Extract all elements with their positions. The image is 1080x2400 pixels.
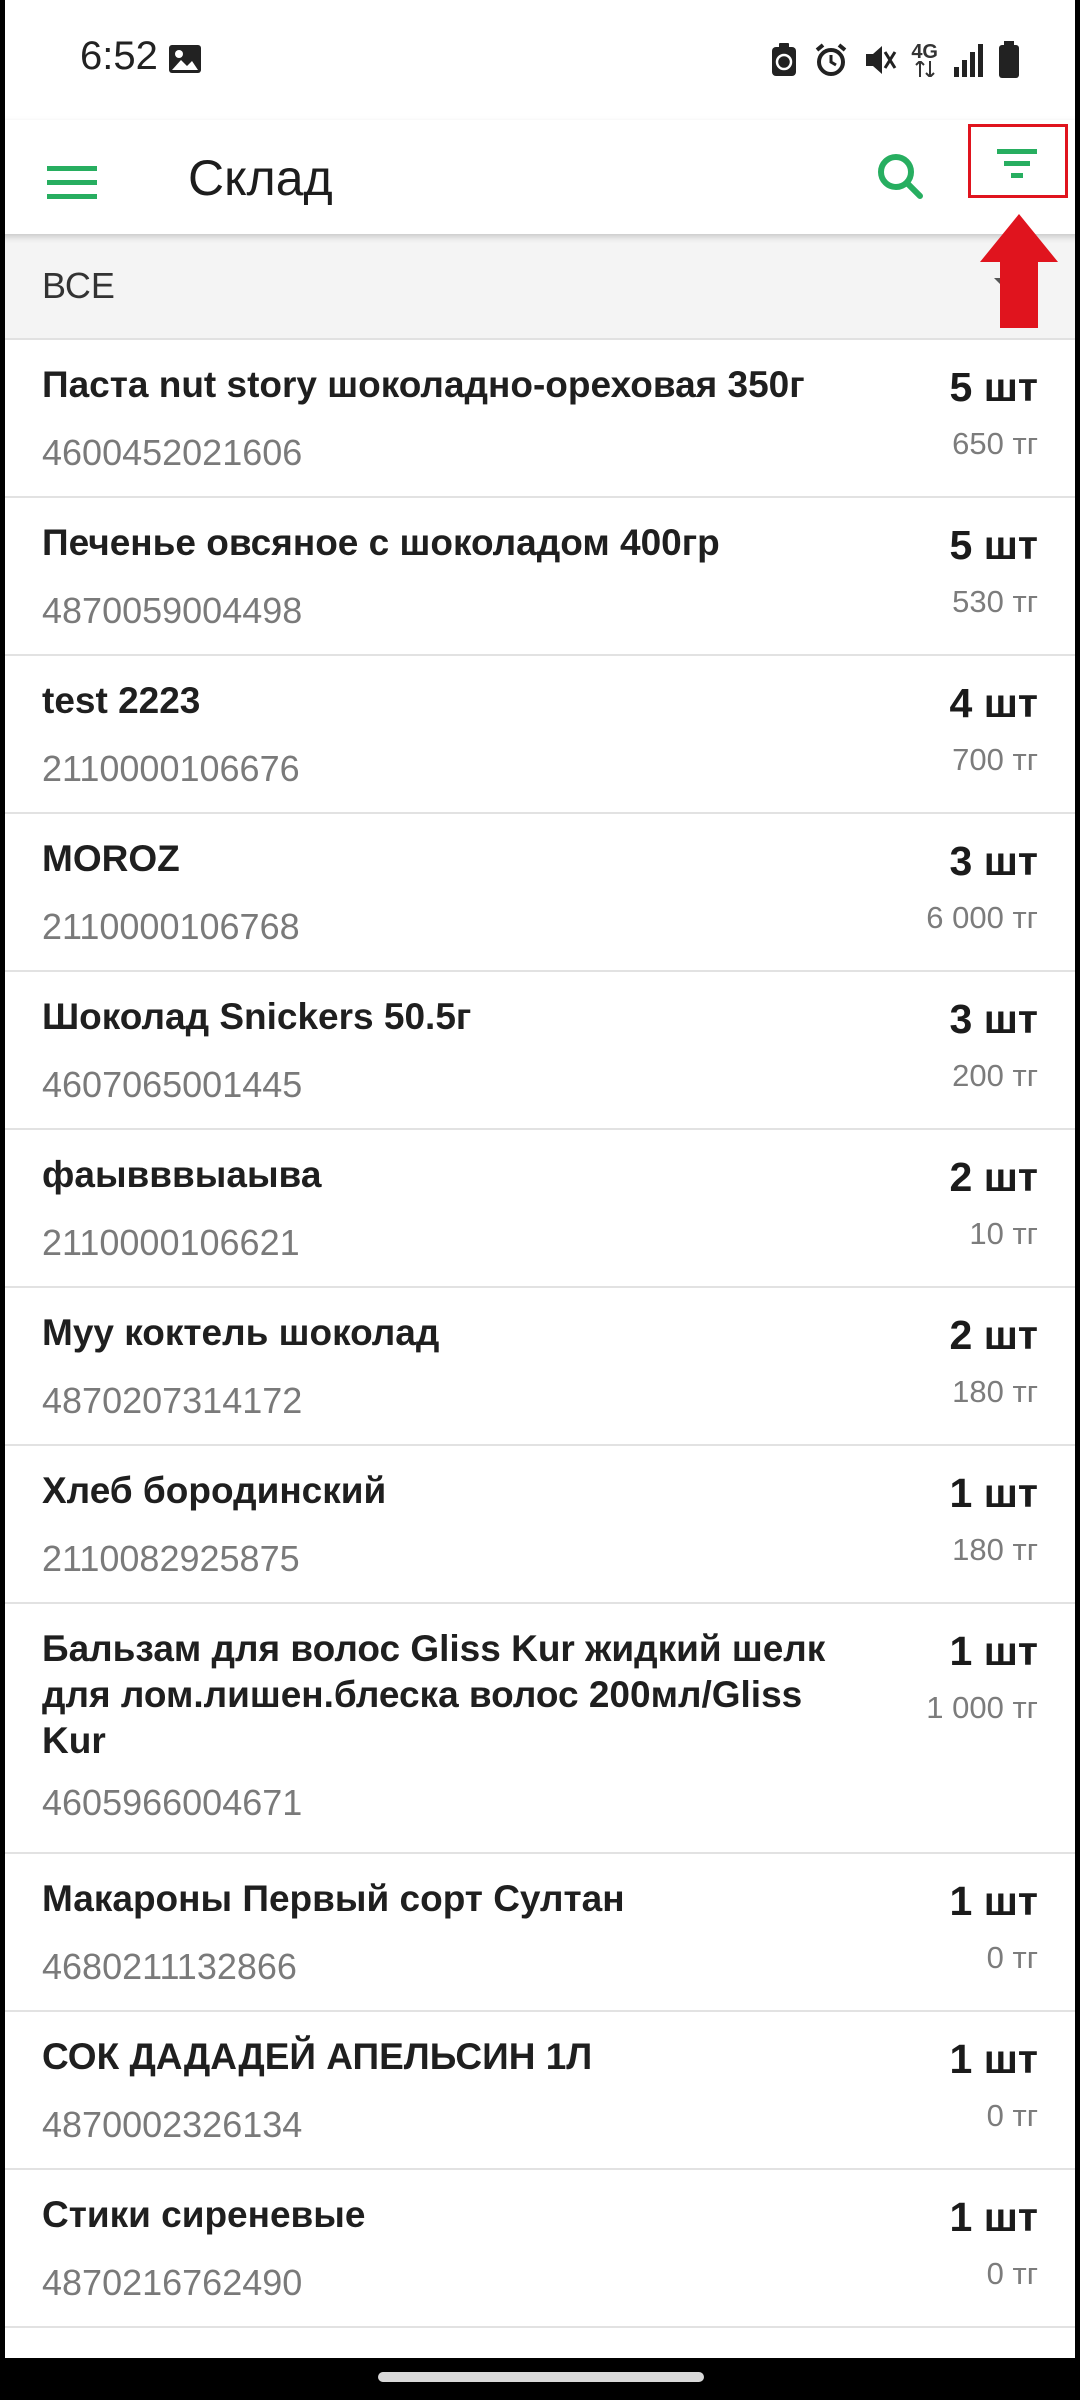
item-name: MOROZ <box>42 838 180 879</box>
item-price: 180 тг <box>952 1374 1038 1409</box>
filter-button[interactable] <box>968 124 1068 198</box>
filter-icon <box>997 149 1037 178</box>
product-list: Паста nut story шоколадно-ореховая 350г 4… <box>0 340 1080 2400</box>
item-barcode: 4605966004671 <box>42 1782 303 1823</box>
item-barcode: 2110000106621 <box>42 1222 300 1263</box>
item-name: Шоколад Snickers 50.5г <box>42 996 472 1037</box>
list-item[interactable]: Хлеб бородинский 2110082925875 1 шт 180 тг <box>0 1446 1080 1604</box>
item-quantity: 3 шт <box>949 996 1038 1042</box>
item-price: 200 тг <box>952 1058 1038 1093</box>
item-price: 1 000 тг <box>926 1690 1038 1725</box>
item-price: 6 000 тг <box>926 900 1038 935</box>
item-price: 0 тг <box>986 1940 1038 1975</box>
item-barcode: 2110000106768 <box>42 906 300 947</box>
item-name: СОК ДАДАДЕЙ АПЕЛЬСИН 1Л <box>42 2036 593 2077</box>
left-border <box>0 0 5 2400</box>
item-barcode: 4600452021606 <box>42 432 303 473</box>
status-bar: 6:52 4G <box>0 0 1080 120</box>
item-price: 10 тг <box>969 1216 1038 1251</box>
item-barcode: 4870216762490 <box>42 2262 303 2303</box>
item-name: Муу коктель шоколад <box>42 1312 440 1353</box>
list-item[interactable]: Печенье овсяное с шоколадом 400гр 4870059… <box>0 498 1080 656</box>
list-item[interactable]: Стики сиреневые 4870216762490 1 шт 0 тг <box>0 2170 1080 2328</box>
list-item[interactable]: Муу коктель шоколад 4870207314172 2 шт 180 … <box>0 1288 1080 1446</box>
list-item[interactable]: СОК ДАДАДЕЙ АПЕЛЬСИН 1Л 4870002326134 1 шт… <box>0 2012 1080 2170</box>
category-filter-value: ВСЕ <box>42 265 115 306</box>
item-quantity: 4 шт <box>949 680 1038 726</box>
item-price: 530 тг <box>952 584 1038 619</box>
item-price: 180 тг <box>952 1532 1038 1567</box>
item-price: 0 тг <box>986 2098 1038 2133</box>
item-quantity: 5 шт <box>949 522 1038 568</box>
screen: 6:52 4G Склад ВСЕ Паста nut story шокола… <box>0 0 1080 2400</box>
item-name: test 2223 <box>42 680 201 721</box>
item-quantity: 1 шт <box>949 2194 1038 2240</box>
category-filter[interactable]: ВСЕ <box>0 234 1080 340</box>
item-quantity: 1 шт <box>949 2036 1038 2082</box>
list-item[interactable]: Шоколад Snickers 50.5г 4607065001445 3 шт 2… <box>0 972 1080 1130</box>
search-icon[interactable] <box>860 136 940 216</box>
gallery-icon <box>169 45 201 73</box>
item-barcode: 4870002326134 <box>42 2104 303 2145</box>
network-label: 4G <box>911 41 938 63</box>
item-barcode: 4870207314172 <box>42 1380 303 1421</box>
item-name: фаывввыаыва <box>42 1154 322 1195</box>
network-4g-icon: 4G <box>911 41 938 77</box>
item-barcode: 2110082925875 <box>42 1538 300 1579</box>
hamburger-menu-icon[interactable] <box>44 142 104 212</box>
list-item[interactable]: Бальзам для волос Gliss Kur жидкий шелк … <box>0 1604 1080 1854</box>
item-barcode: 4607065001445 <box>42 1064 303 1105</box>
item-name: Макароны Первый сорт Султан <box>42 1878 625 1919</box>
item-quantity: 2 шт <box>949 1154 1038 1200</box>
item-quantity: 1 шт <box>949 1628 1038 1674</box>
right-border <box>1075 0 1080 2400</box>
mute-icon <box>866 46 897 74</box>
app-bar: Склад <box>0 120 1080 234</box>
item-barcode: 4870059004498 <box>42 590 303 631</box>
home-gesture-handle[interactable] <box>378 2372 704 2382</box>
item-barcode: 2110000106676 <box>42 748 300 789</box>
battery-saver-icon <box>772 43 797 76</box>
status-time: 6:52 <box>80 34 158 78</box>
item-quantity: 1 шт <box>949 1470 1038 1516</box>
list-item[interactable]: фаывввыаыва 2110000106621 2 шт 10 тг <box>0 1130 1080 1288</box>
item-name: Печенье овсяное с шоколадом 400гр <box>42 522 720 563</box>
alarm-icon <box>816 43 847 76</box>
item-name: Стики сиреневые <box>42 2194 366 2235</box>
item-quantity: 3 шт <box>949 838 1038 884</box>
item-price: 0 тг <box>986 2256 1038 2291</box>
list-item[interactable]: Макароны Первый сорт Султан 4680211132866… <box>0 1854 1080 2012</box>
item-name: Бальзам для волос Gliss Kur жидкий шелк … <box>42 1628 826 1761</box>
annotation-arrow-icon <box>980 214 1058 328</box>
item-price: 700 тг <box>952 742 1038 777</box>
list-item[interactable]: test 2223 2110000106676 4 шт 700 тг <box>0 656 1080 814</box>
signal-icon <box>954 44 983 77</box>
battery-icon <box>999 41 1019 78</box>
item-quantity: 2 шт <box>949 1312 1038 1358</box>
page-title: Склад <box>188 150 333 206</box>
item-quantity: 5 шт <box>949 364 1038 410</box>
item-name: Хлеб бородинский <box>42 1470 387 1511</box>
status-icons: 4G <box>769 40 1020 80</box>
item-price: 650 тг <box>952 426 1038 461</box>
item-barcode: 4680211132866 <box>42 1946 297 1987</box>
item-quantity: 1 шт <box>949 1878 1038 1924</box>
list-item[interactable]: Паста nut story шоколадно-ореховая 350г 4… <box>0 340 1080 498</box>
list-item[interactable]: MOROZ 2110000106768 3 шт 6 000 тг <box>0 814 1080 972</box>
item-name: Паста nut story шоколадно-ореховая 350г <box>42 364 805 405</box>
